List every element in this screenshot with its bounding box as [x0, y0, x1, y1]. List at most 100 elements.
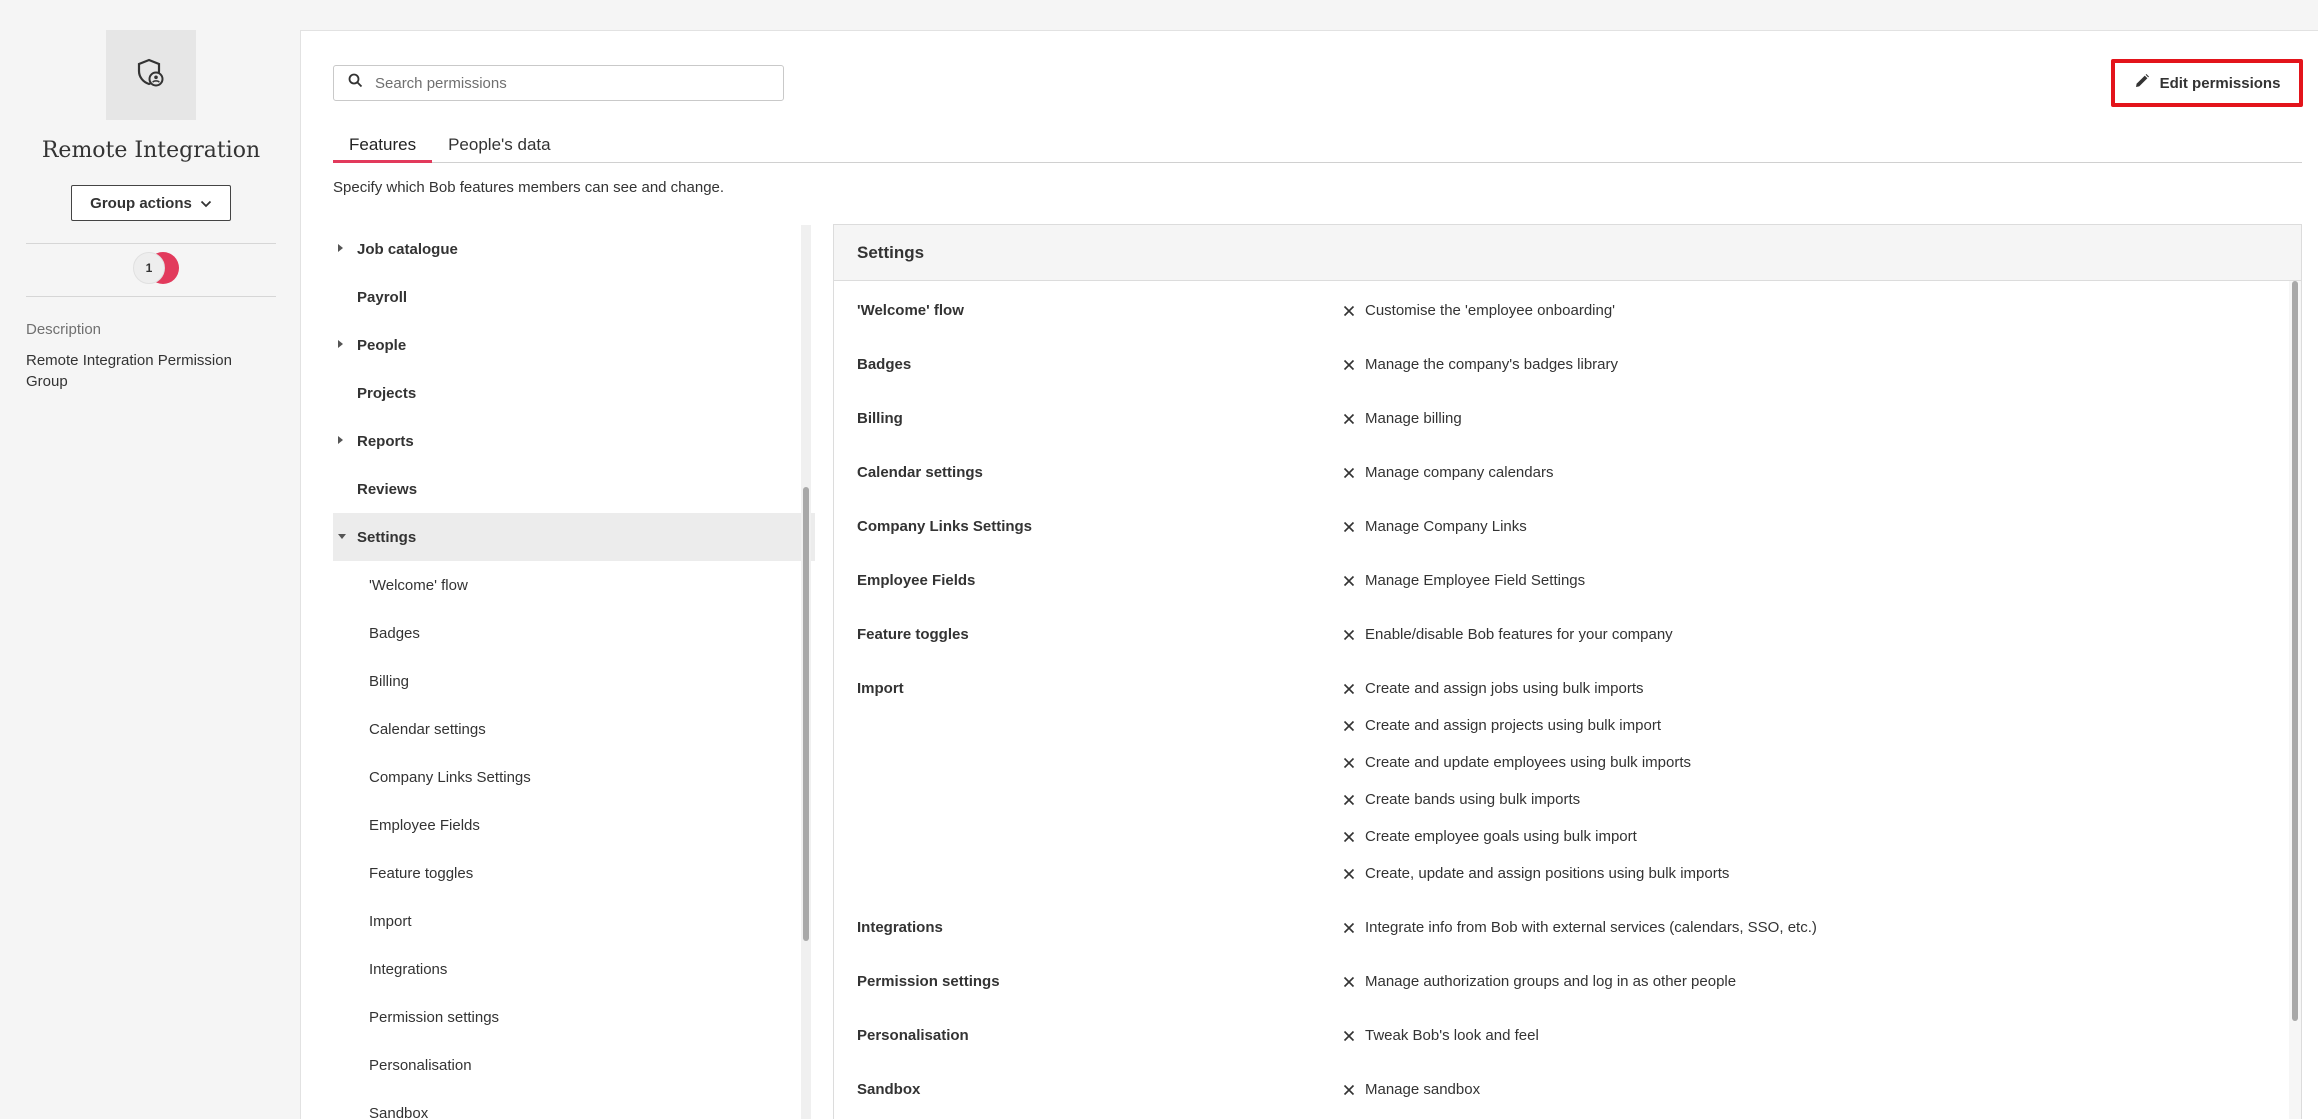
tree-item-reviews[interactable]: Reviews — [333, 465, 815, 513]
close-icon — [1343, 305, 1355, 317]
pencil-icon — [2134, 73, 2150, 93]
members-indicator[interactable]: 1 — [26, 244, 276, 296]
tree-item-label: Settings — [357, 528, 417, 546]
permission-item: Customise the 'employee onboarding' — [1343, 301, 1615, 321]
tree-item-label: Payroll — [357, 288, 408, 306]
close-icon — [1343, 794, 1355, 806]
tree-child-company-links-settings[interactable]: Company Links Settings — [333, 753, 815, 801]
tree-item-reports[interactable]: Reports — [333, 417, 815, 465]
tree-item-payroll[interactable]: Payroll — [333, 273, 815, 321]
permission-row: Sandbox Manage sandbox — [834, 1060, 2301, 1114]
search-input[interactable] — [375, 74, 755, 92]
edit-permissions-button[interactable]: Edit permissions — [2111, 59, 2303, 107]
tree-child-integrations[interactable]: Integrations — [333, 945, 815, 993]
intro-text: Specify which Bob features members can s… — [333, 179, 725, 196]
permission-row: Integrations Integrate info from Bob with… — [834, 898, 2301, 952]
shield-user-icon — [134, 56, 168, 95]
permission-list: Manage sandbox — [1343, 1080, 1480, 1100]
permission-row: 'Welcome' flow Customise the 'employee on… — [834, 281, 2301, 335]
tree-child-employee-fields[interactable]: Employee Fields — [333, 801, 815, 849]
permission-row: Billing Manage billing — [834, 389, 2301, 443]
permission-item: Manage Employee Field Settings — [1343, 571, 1585, 591]
tree-child-import[interactable]: Import — [333, 897, 815, 945]
permission-text: Manage company calendars — [1365, 464, 1554, 481]
permission-name: Badges — [857, 356, 912, 373]
permission-item: Manage Company Links — [1343, 517, 1527, 537]
permission-text: Manage Company Links — [1365, 518, 1527, 535]
permission-name: Import — [857, 680, 904, 697]
description-label: Description — [26, 321, 102, 338]
close-icon — [1343, 831, 1355, 843]
tab-peoples-data[interactable]: People's data — [432, 135, 567, 163]
close-icon — [1343, 922, 1355, 934]
permission-item: Manage the company's badges library — [1343, 355, 1618, 375]
tree-child-badges[interactable]: Badges — [333, 609, 815, 657]
tree-item-label: People — [357, 336, 407, 354]
permission-row: Import Create and assign jobs using bulk … — [834, 659, 2301, 898]
panel-scrollbar[interactable] — [2289, 281, 2301, 1119]
permission-list: Manage Company Links — [1343, 517, 1527, 537]
close-icon — [1343, 976, 1355, 988]
permission-list: Manage authorization groups and log in a… — [1343, 972, 1736, 992]
permission-list: Integrate info from Bob with external se… — [1343, 918, 1817, 938]
caret-right-icon — [338, 244, 343, 252]
permission-name: 'Welcome' flow — [857, 302, 964, 319]
permission-row: Calendar settings Manage company calendar… — [834, 443, 2301, 497]
permission-list: Manage company calendars — [1343, 463, 1553, 483]
tree-item-projects[interactable]: Projects — [333, 369, 815, 417]
caret-right-icon — [338, 340, 343, 348]
tree-child-calendar-settings[interactable]: Calendar settings — [333, 705, 815, 753]
tree-child-sandbox[interactable]: Sandbox — [333, 1089, 815, 1119]
chevron-down-icon — [200, 195, 212, 212]
tree-child-personalisation[interactable]: Personalisation — [333, 1041, 815, 1089]
permission-row: Employee Fields Manage Employee Field Set… — [834, 551, 2301, 605]
permission-name: Billing — [857, 410, 903, 427]
caret-right-icon — [338, 436, 343, 444]
close-icon — [1343, 575, 1355, 587]
tree-child-welcome-flow[interactable]: 'Welcome' flow — [333, 561, 815, 609]
permission-text: Tweak Bob's look and feel — [1365, 1027, 1539, 1044]
tree-child-feature-toggles[interactable]: Feature toggles — [333, 849, 815, 897]
permission-item: Create bands using bulk imports — [1343, 790, 1729, 810]
permission-list: Manage billing — [1343, 409, 1462, 429]
tree-scrollbar-thumb[interactable] — [803, 487, 809, 941]
permission-name: Permission settings — [857, 973, 1000, 990]
permission-item: Manage billing — [1343, 409, 1462, 429]
search-icon — [348, 73, 363, 93]
permission-item: Manage authorization groups and log in a… — [1343, 972, 1736, 992]
close-icon — [1343, 683, 1355, 695]
permission-name: Employee Fields — [857, 572, 976, 589]
permission-item: Create and assign projects using bulk im… — [1343, 716, 1729, 736]
permission-item: Enable/disable Bob features for your com… — [1343, 625, 1673, 645]
close-icon — [1343, 720, 1355, 732]
group-avatar — [106, 30, 196, 120]
group-profile: Remote Integration Group actions 1 Descr… — [26, 30, 276, 392]
permission-text: Manage billing — [1365, 410, 1462, 427]
feature-tree: Job catalogue Payroll People Projects Re… — [333, 225, 815, 1119]
edit-permissions-label: Edit permissions — [2159, 74, 2281, 92]
group-actions-label: Group actions — [90, 194, 192, 212]
tab-features[interactable]: Features — [333, 135, 433, 163]
permission-name: Feature toggles — [857, 626, 969, 643]
permission-row: Personalisation Tweak Bob's look and feel — [834, 1006, 2301, 1060]
permission-row: Badges Manage the company's badges librar… — [834, 335, 2301, 389]
permission-list: Enable/disable Bob features for your com… — [1343, 625, 1673, 645]
close-icon — [1343, 467, 1355, 479]
panel-scrollbar-thumb[interactable] — [2292, 281, 2298, 1021]
tree-item-job-catalogue[interactable]: Job catalogue — [333, 225, 815, 273]
tree-child-billing[interactable]: Billing — [333, 657, 815, 705]
tree-scrollbar[interactable] — [801, 225, 811, 1119]
search-box[interactable] — [333, 65, 784, 101]
permission-text: Manage Employee Field Settings — [1365, 572, 1586, 589]
permission-item: Create and assign jobs using bulk import… — [1343, 679, 1729, 699]
tree-child-permission-settings[interactable]: Permission settings — [333, 993, 815, 1041]
permission-row: Company Links Settings Manage Company Lin… — [834, 497, 2301, 551]
tree-item-people[interactable]: People — [333, 321, 815, 369]
tabs: Features People's data — [333, 135, 2302, 163]
tree-item-label: Job catalogue — [357, 240, 458, 258]
tree-item-settings[interactable]: Settings — [333, 513, 815, 561]
permission-name: Integrations — [857, 919, 943, 936]
permission-item: Manage sandbox — [1343, 1080, 1480, 1100]
permission-name: Sandbox — [857, 1081, 921, 1098]
group-actions-button[interactable]: Group actions — [71, 185, 231, 221]
